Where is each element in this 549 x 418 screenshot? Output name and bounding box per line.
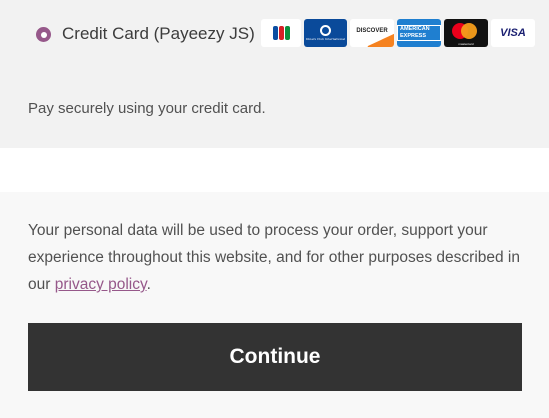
continue-button[interactable]: Continue [28,323,522,391]
privacy-notice-end: . [146,276,151,293]
card-icons: Diners Club International DISCOVER AMERI… [261,19,535,47]
privacy-policy-link[interactable]: privacy policy [55,276,147,293]
american-express-icon: AMERICAN EXPRESS [397,19,441,47]
payment-method-row[interactable]: Credit Card (Payeezy JS) Diners Club Int… [0,0,549,69]
discover-icon: DISCOVER [350,19,394,47]
payment-method-panel: Credit Card (Payeezy JS) Diners Club Int… [0,0,549,148]
diners-club-icon: Diners Club International [304,19,347,47]
privacy-notice: Your personal data will be used to proce… [28,217,528,298]
visa-icon: VISA [491,19,535,47]
jcb-icon [261,19,301,47]
payment-method-radio[interactable] [36,27,51,42]
payment-method-description: Pay securely using your credit card. [28,100,266,117]
mastercard-icon: mastercard [444,19,488,47]
payment-method-label[interactable]: Credit Card (Payeezy JS) [62,22,255,46]
